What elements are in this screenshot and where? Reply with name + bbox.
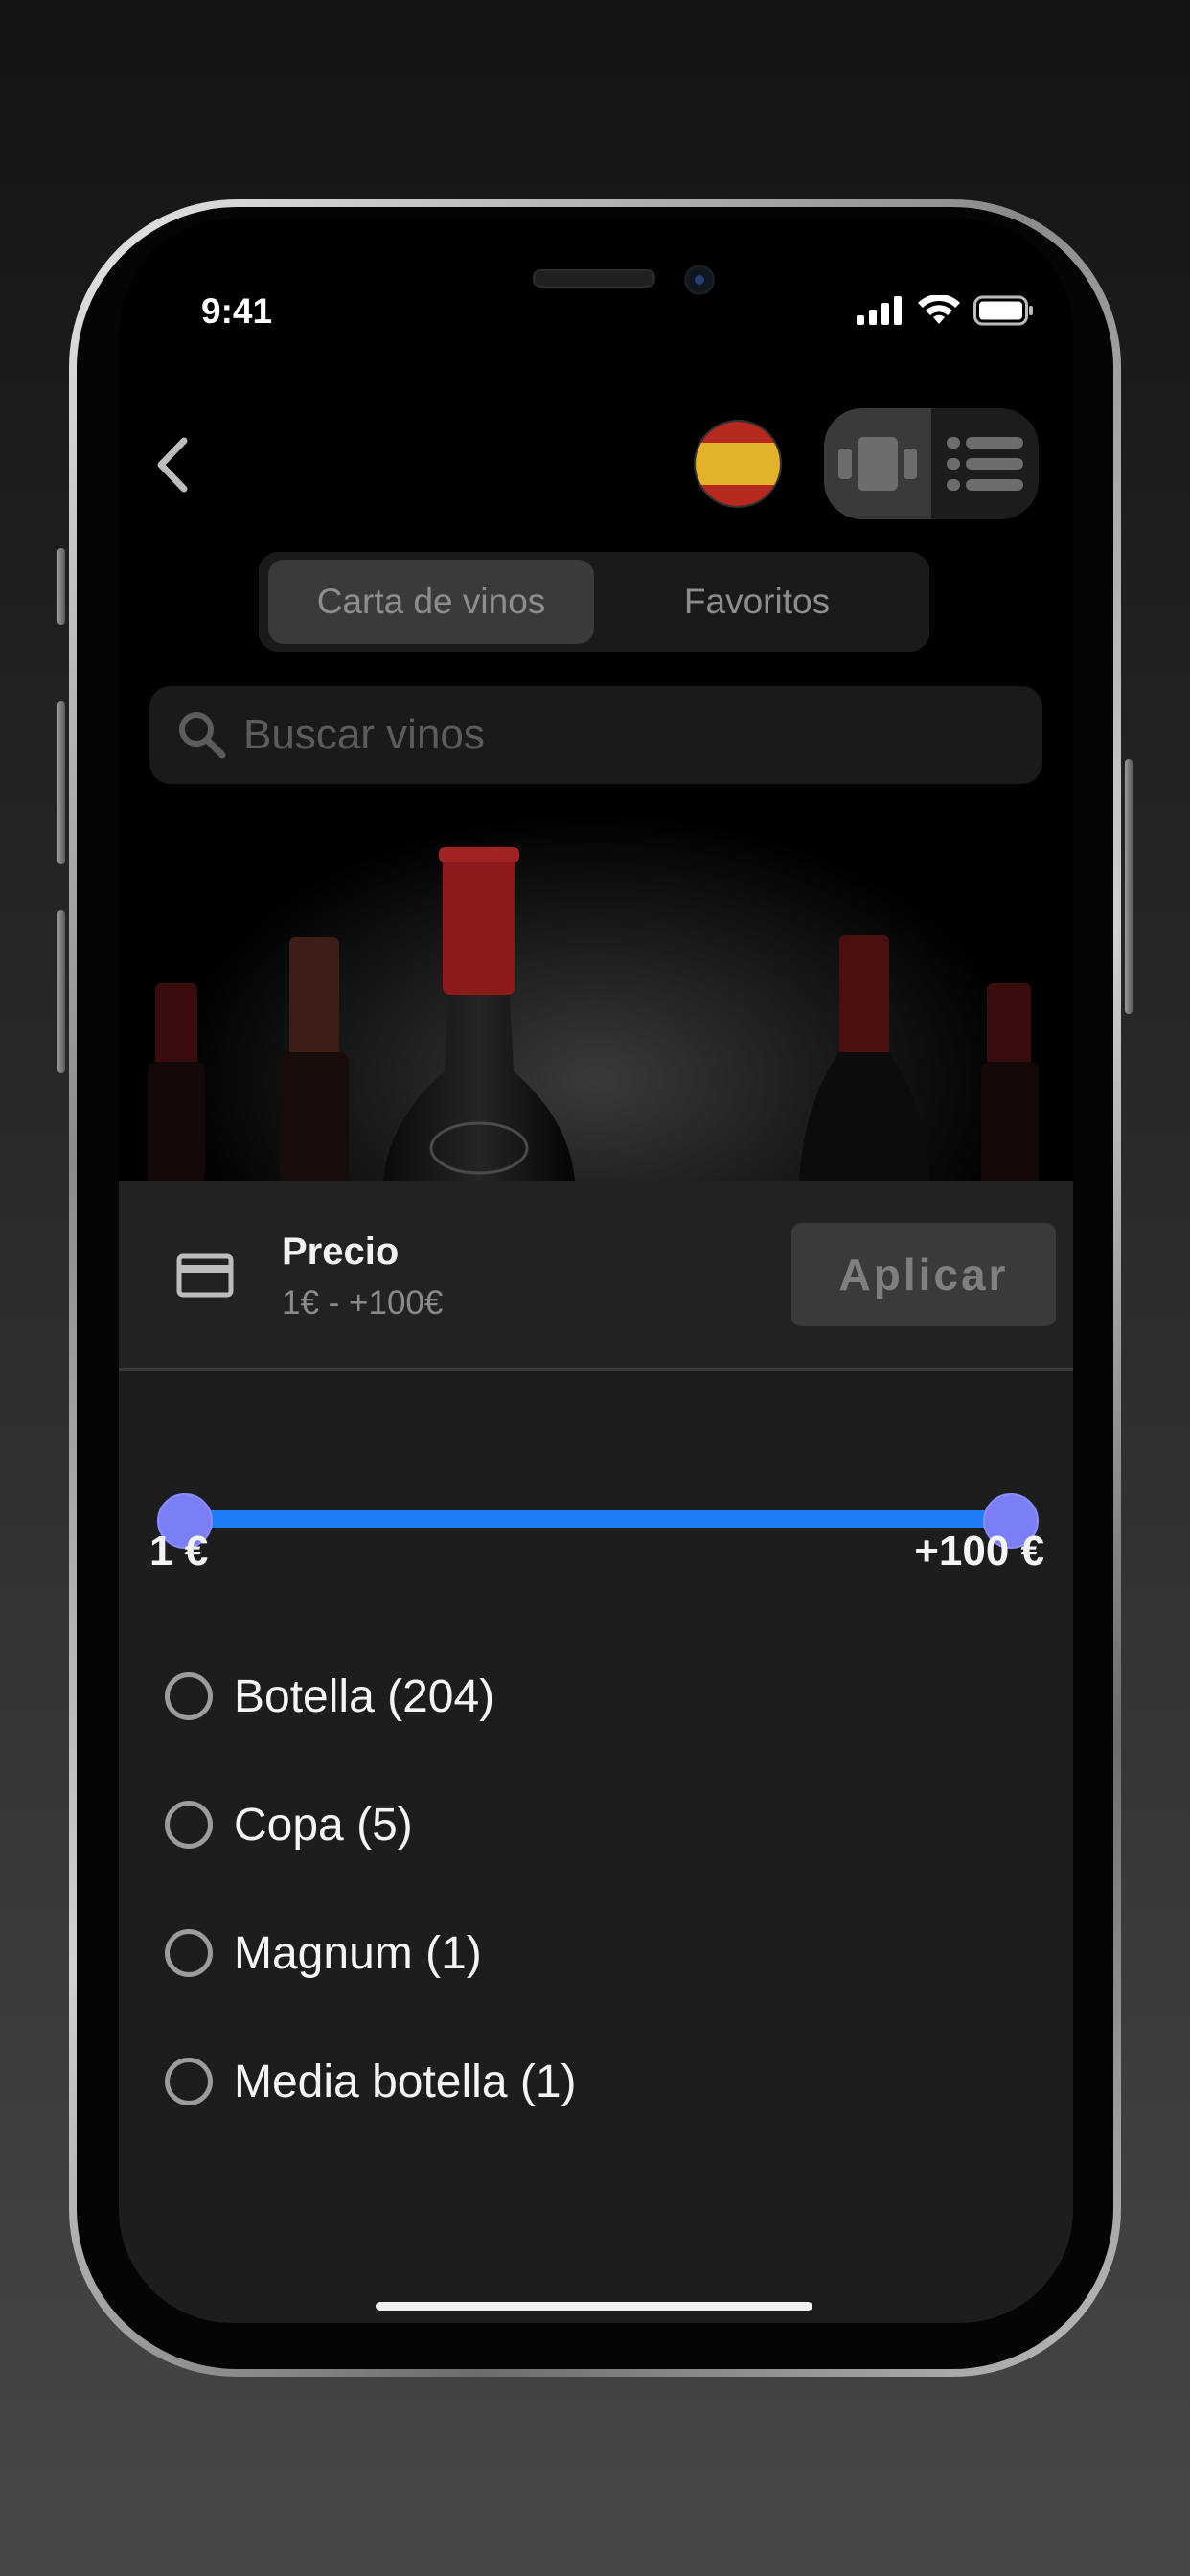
volume-up-button (57, 702, 65, 864)
credit-card-icon (176, 1254, 234, 1298)
silent-switch (57, 548, 65, 625)
filter-title: Precio (282, 1230, 400, 1273)
wine-tabs: Carta de vinos Favoritos (259, 552, 929, 652)
radio-circle-icon[interactable] (165, 1929, 213, 1977)
back-chevron-icon[interactable] (146, 431, 203, 498)
option-magnum[interactable]: Magnum (1) (165, 1915, 482, 1991)
radio-circle-icon[interactable] (165, 1801, 213, 1849)
wifi-icon (918, 295, 960, 324)
option-media-botella[interactable]: Media botella (1) (165, 2043, 577, 2120)
search-icon (179, 712, 226, 759)
signal-icon (857, 296, 902, 325)
volume-down-button (57, 910, 65, 1073)
view-mode-toggle[interactable] (824, 408, 1039, 519)
status-icons (857, 295, 1035, 326)
price-min-label: 1 € (149, 1528, 209, 1575)
price-range-summary: 1€ - +100€ (282, 1284, 444, 1322)
radio-circle-icon[interactable] (165, 2058, 213, 2105)
home-indicator[interactable] (376, 2302, 812, 2311)
front-camera (684, 264, 715, 295)
tab-carta-de-vinos[interactable]: Carta de vinos (268, 560, 594, 644)
filter-sheet-header: Precio 1€ - +100€ Aplicar (119, 1181, 1073, 1371)
tab-favoritos[interactable]: Favoritos (594, 560, 920, 644)
card-view-icon[interactable] (824, 408, 931, 519)
apply-button[interactable]: Aplicar (791, 1223, 1056, 1326)
search-input[interactable] (241, 710, 993, 760)
option-label: Media botella (1) (234, 2056, 577, 2107)
option-copa[interactable]: Copa (5) (165, 1786, 413, 1863)
search-bar[interactable] (149, 686, 1042, 784)
price-max-label: +100 € (914, 1528, 1044, 1575)
price-slider-track[interactable] (182, 1510, 1010, 1528)
earpiece-speaker (533, 269, 655, 288)
spain-flag-icon[interactable] (694, 420, 782, 508)
filter-sheet: Precio 1€ - +100€ Aplicar (119, 1181, 1073, 2323)
status-time: 9:41 (201, 291, 273, 331)
battery-icon (973, 295, 1033, 326)
option-botella[interactable]: Botella (204) (165, 1658, 494, 1735)
list-view-icon[interactable] (931, 408, 1039, 519)
option-label: Magnum (1) (234, 1927, 482, 1979)
option-label: Botella (204) (234, 1670, 495, 1722)
power-button (1125, 759, 1133, 1014)
radio-circle-icon[interactable] (165, 1672, 213, 1720)
app-screen: 9:41 Carta de vinos Favoritos Buscar vin… (119, 218, 1073, 2323)
option-label: Copa (5) (234, 1799, 413, 1851)
